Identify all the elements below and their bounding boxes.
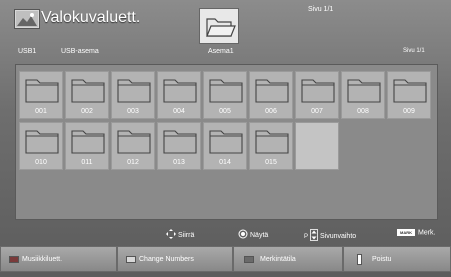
screen: Valokuvaluett. Sivu 1/1 USB1 USB-asema A… <box>0 0 451 277</box>
folder-tile[interactable]: 005 <box>203 71 247 119</box>
folder-label: 006 <box>265 108 277 115</box>
folder-label: 004 <box>173 108 185 115</box>
folder-grid: 001 002 003 004 005 006 007 008 009 010 011 012 013 0… <box>15 64 438 220</box>
music-list-button[interactable]: Musiikkiluett. <box>0 246 117 272</box>
page-change-hint: P Sivunvaihto <box>304 229 356 243</box>
folder-icon <box>117 130 151 154</box>
folder-icon <box>301 79 335 103</box>
ok-button-icon <box>238 229 248 241</box>
folder-tile[interactable]: 011 <box>65 122 109 170</box>
mark-mode-label: Merkintätila <box>260 256 296 263</box>
change-numbers-button[interactable]: Change Numbers <box>117 246 233 272</box>
folder-tile[interactable]: 003 <box>111 71 155 119</box>
folder-icon <box>25 79 59 103</box>
folder-icon <box>25 130 59 154</box>
folder-icon <box>163 79 197 103</box>
folder-tile[interactable]: 012 <box>111 122 155 170</box>
folder-tile[interactable]: 013 <box>157 122 201 170</box>
photo-icon <box>14 9 40 29</box>
folder-icon <box>71 130 105 154</box>
exit-label: Poistu <box>372 256 392 263</box>
folder-label: 011 <box>81 159 93 166</box>
yellow-button-icon <box>244 256 254 263</box>
exit-button[interactable]: Poistu <box>343 246 451 272</box>
page-change-hint-label: Sivunvaihto <box>319 232 357 240</box>
page-key-label: P <box>304 233 309 240</box>
folder-label: 003 <box>127 108 139 115</box>
folder-tile[interactable]: 008 <box>341 71 385 119</box>
folder-tile[interactable]: 010 <box>19 122 63 170</box>
green-button-icon <box>126 256 136 263</box>
folder-icon <box>347 79 381 103</box>
folder-icon <box>209 130 243 154</box>
red-button-icon <box>9 256 19 263</box>
folder-icon <box>71 79 105 103</box>
move-hint: Siirrä <box>166 229 194 241</box>
folder-icon <box>163 130 197 154</box>
folder-label: 007 <box>311 108 323 115</box>
folder-tile[interactable]: 006 <box>249 71 293 119</box>
music-list-label: Musiikkiluett. <box>22 256 63 263</box>
folder-tile[interactable]: 015 <box>249 122 293 170</box>
view-hint: Näytä <box>238 229 268 241</box>
exit-icon <box>357 254 362 265</box>
folder-tile[interactable]: 014 <box>203 122 247 170</box>
page-up-down-icon <box>310 229 318 243</box>
folder-tile[interactable]: 004 <box>157 71 201 119</box>
folder-label: 008 <box>357 108 369 115</box>
folder-tile[interactable]: 002 <box>65 71 109 119</box>
folder-label: 012 <box>127 159 139 166</box>
mark-mode-button[interactable]: Merkintätila <box>233 246 343 272</box>
change-numbers-label: Change Numbers <box>139 256 194 263</box>
empty-slot[interactable] <box>295 122 339 170</box>
control-hints: Siirrä Näytä P Sivunvaihto MARK Merk. <box>0 224 451 244</box>
folder-open-icon <box>199 8 239 44</box>
header: Valokuvaluett. Sivu 1/1 USB1 USB-asema A… <box>0 0 451 64</box>
folder-icon <box>255 79 289 103</box>
usb-label: USB1 <box>18 48 37 55</box>
folder-label: 002 <box>81 108 93 115</box>
folder-label: 009 <box>403 108 415 115</box>
folder-label: 005 <box>219 108 231 115</box>
page-indicator: Sivu 1/1 <box>308 6 334 13</box>
folder-label: 013 <box>173 159 185 166</box>
folder-icon <box>255 130 289 154</box>
navigate-arrows-icon <box>166 229 176 241</box>
bottom-bar: Musiikkiluett. Change Numbers Merkintäti… <box>0 246 451 277</box>
view-hint-label: Näytä <box>250 231 269 239</box>
folder-label: 001 <box>35 108 47 115</box>
folder-icon <box>209 79 243 103</box>
folder-tile[interactable]: 001 <box>19 71 63 119</box>
folder-icon <box>393 79 427 103</box>
mark-hint-label: Merk. <box>418 229 436 237</box>
folder-label: 010 <box>35 159 47 166</box>
mark-hint: MARK Merk. <box>397 229 436 236</box>
page-title: Valokuvaluett. <box>41 9 141 26</box>
folder-tile[interactable]: 009 <box>387 71 431 119</box>
page-indicator-right: Sivu 1/1 <box>403 48 425 54</box>
current-folder-name: Asema1 <box>208 48 234 55</box>
move-hint-label: Siirrä <box>178 231 195 239</box>
folder-tile[interactable]: 007 <box>295 71 339 119</box>
folder-icon <box>117 79 151 103</box>
usb-device-name: USB-asema <box>61 48 99 55</box>
folder-label: 015 <box>265 159 277 166</box>
folder-label: 014 <box>219 159 231 166</box>
mark-key-badge: MARK <box>397 229 415 236</box>
